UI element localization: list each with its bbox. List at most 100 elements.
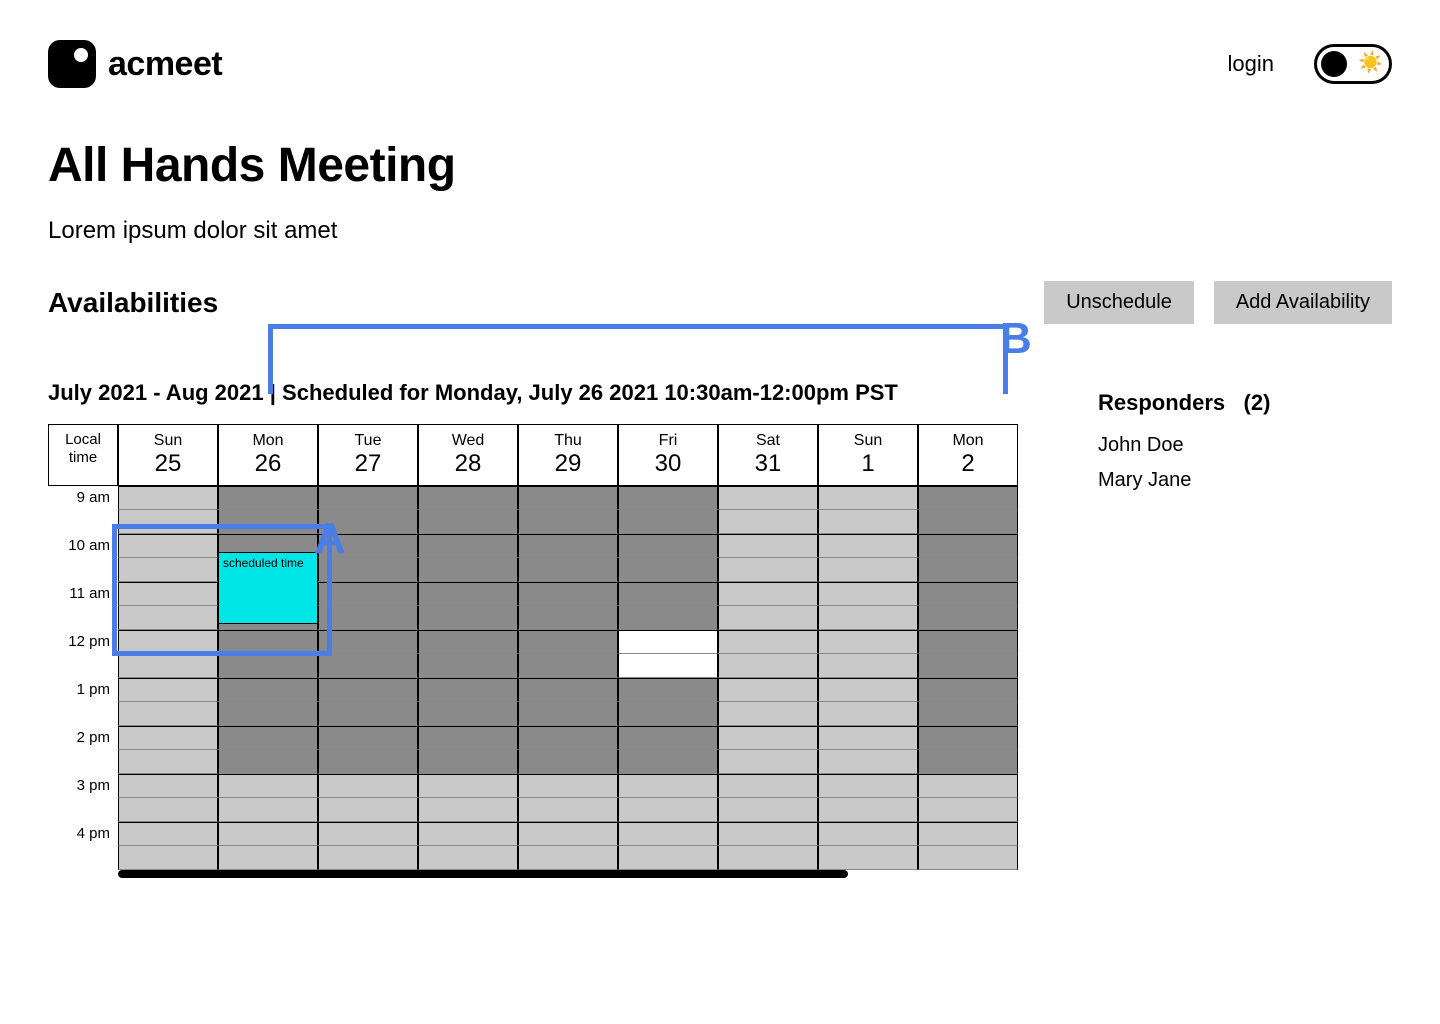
time-slot[interactable] <box>218 654 318 678</box>
responder-item[interactable]: Mary Jane <box>1098 469 1270 492</box>
logo[interactable]: acmeet <box>48 40 222 88</box>
time-slot[interactable] <box>918 630 1018 654</box>
time-slot[interactable] <box>818 702 918 726</box>
time-slot[interactable] <box>218 750 318 774</box>
add-availability-button[interactable]: Add Availability <box>1214 281 1392 324</box>
time-slot[interactable] <box>618 822 718 846</box>
time-slot[interactable] <box>918 822 1018 846</box>
time-slot[interactable] <box>318 726 418 750</box>
time-slot[interactable] <box>218 846 318 870</box>
time-slot[interactable] <box>718 654 818 678</box>
time-slot[interactable] <box>518 510 618 534</box>
time-slot[interactable] <box>118 558 218 582</box>
time-slot[interactable] <box>218 798 318 822</box>
time-slot[interactable] <box>918 582 1018 606</box>
time-slot[interactable] <box>618 510 718 534</box>
time-slot[interactable] <box>818 606 918 630</box>
time-slot[interactable] <box>218 606 318 630</box>
time-slot[interactable] <box>818 654 918 678</box>
time-slot[interactable] <box>118 702 218 726</box>
time-slot[interactable] <box>118 726 218 750</box>
time-slot[interactable] <box>418 822 518 846</box>
time-slot[interactable] <box>918 534 1018 558</box>
login-link[interactable]: login <box>1228 51 1274 77</box>
time-slot[interactable] <box>518 558 618 582</box>
time-slot[interactable] <box>618 702 718 726</box>
time-slot[interactable] <box>718 630 818 654</box>
time-slot[interactable] <box>118 510 218 534</box>
time-slot[interactable] <box>318 750 418 774</box>
time-slot[interactable] <box>618 582 718 606</box>
time-slot[interactable] <box>518 630 618 654</box>
time-slot[interactable] <box>718 486 818 510</box>
time-slot[interactable] <box>218 774 318 798</box>
time-slot[interactable] <box>518 822 618 846</box>
time-slot[interactable] <box>618 726 718 750</box>
time-slot[interactable] <box>418 558 518 582</box>
time-slot[interactable] <box>418 750 518 774</box>
responder-item[interactable]: John Doe <box>1098 434 1270 457</box>
time-slot[interactable] <box>318 702 418 726</box>
time-slot[interactable] <box>318 534 418 558</box>
time-slot[interactable] <box>618 654 718 678</box>
time-slot[interactable] <box>818 510 918 534</box>
time-slot[interactable] <box>818 846 918 870</box>
time-slot[interactable] <box>418 582 518 606</box>
time-slot[interactable] <box>718 798 818 822</box>
time-slot[interactable] <box>518 846 618 870</box>
time-slot[interactable] <box>518 774 618 798</box>
time-slot[interactable] <box>118 534 218 558</box>
time-slot[interactable] <box>218 510 318 534</box>
time-slot[interactable] <box>518 702 618 726</box>
time-slot[interactable] <box>218 558 318 582</box>
time-slot[interactable] <box>318 558 418 582</box>
time-slot[interactable] <box>918 846 1018 870</box>
time-slot[interactable] <box>318 654 418 678</box>
time-slot[interactable] <box>118 798 218 822</box>
time-slot[interactable] <box>718 846 818 870</box>
time-slot[interactable] <box>818 630 918 654</box>
time-slot[interactable] <box>718 582 818 606</box>
time-slot[interactable] <box>518 486 618 510</box>
time-slot[interactable] <box>718 606 818 630</box>
time-slot[interactable] <box>518 726 618 750</box>
time-slot[interactable] <box>218 630 318 654</box>
time-slot[interactable] <box>418 678 518 702</box>
time-slot[interactable] <box>818 678 918 702</box>
unschedule-button[interactable]: Unschedule <box>1044 281 1194 324</box>
time-slot[interactable] <box>218 822 318 846</box>
time-slot[interactable] <box>418 774 518 798</box>
time-slot[interactable] <box>318 486 418 510</box>
time-slot[interactable] <box>918 750 1018 774</box>
time-slot[interactable] <box>718 558 818 582</box>
time-slot[interactable] <box>218 534 318 558</box>
time-slot[interactable] <box>318 798 418 822</box>
time-slot[interactable] <box>518 606 618 630</box>
time-slot[interactable] <box>718 534 818 558</box>
time-slot[interactable] <box>318 582 418 606</box>
time-slot[interactable] <box>718 678 818 702</box>
time-slot[interactable] <box>918 726 1018 750</box>
time-slot[interactable] <box>618 678 718 702</box>
time-slot[interactable] <box>618 750 718 774</box>
time-slot[interactable] <box>818 486 918 510</box>
time-slot[interactable] <box>718 510 818 534</box>
time-slot[interactable] <box>518 750 618 774</box>
time-slot[interactable] <box>818 750 918 774</box>
time-slot[interactable] <box>818 558 918 582</box>
time-slot[interactable] <box>518 582 618 606</box>
time-slot[interactable] <box>218 582 318 606</box>
time-slot[interactable] <box>318 510 418 534</box>
time-slot[interactable] <box>118 630 218 654</box>
time-slot[interactable] <box>918 678 1018 702</box>
time-slot[interactable] <box>918 486 1018 510</box>
time-slot[interactable] <box>618 558 718 582</box>
time-slot[interactable] <box>618 846 718 870</box>
time-slot[interactable] <box>718 726 818 750</box>
time-slot[interactable] <box>518 798 618 822</box>
time-slot[interactable] <box>118 678 218 702</box>
time-slot[interactable] <box>818 774 918 798</box>
time-slot[interactable] <box>418 630 518 654</box>
time-slot[interactable] <box>118 606 218 630</box>
time-slot[interactable] <box>518 678 618 702</box>
